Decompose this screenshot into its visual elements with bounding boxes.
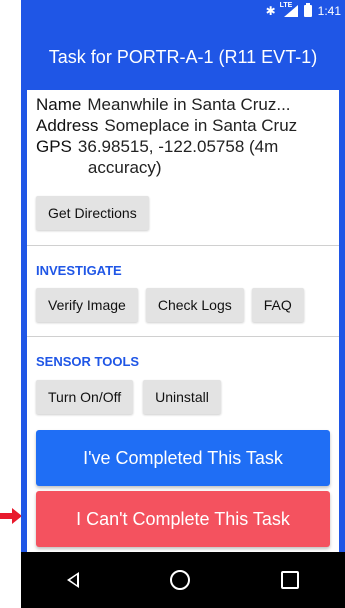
back-icon[interactable] — [66, 572, 79, 588]
cant-complete-task-button[interactable]: I Can't Complete This Task — [36, 491, 330, 547]
clock: 1:41 — [317, 4, 341, 18]
name-row: Name Meanwhile in Santa Cruz... — [36, 94, 330, 115]
task-details: Name Meanwhile in Santa Cruz... Address … — [27, 90, 339, 178]
divider — [27, 245, 339, 246]
task-content: Name Meanwhile in Santa Cruz... Address … — [27, 90, 339, 552]
uninstall-button[interactable]: Uninstall — [143, 380, 221, 414]
status-bar: ✱ LTE 1:41 — [21, 0, 345, 24]
investigate-buttons: Verify Image Check Logs FAQ — [36, 288, 304, 322]
address-row: Address Someplace in Santa Cruz — [36, 115, 330, 136]
sensor-tools-heading: SENSOR TOOLS — [36, 354, 140, 369]
navigation-bar — [21, 552, 345, 608]
address-value: Someplace in Santa Cruz — [104, 116, 298, 135]
check-logs-button[interactable]: Check Logs — [145, 288, 244, 322]
turn-on-off-button[interactable]: Turn On/Off — [36, 380, 134, 414]
get-directions-button[interactable]: Get Directions — [36, 196, 149, 230]
gps-value: 36.98515, -122.05758 (4m accuracy) — [78, 136, 278, 178]
recents-icon[interactable] — [281, 571, 300, 589]
name-value: Meanwhile in Santa Cruz... — [87, 95, 291, 114]
signal-icon: LTE — [280, 2, 298, 17]
phone-screen: ✱ LTE 1:41 Task for PORTR-A-1 (R11 EVT-1… — [21, 0, 345, 608]
sensor-tools-buttons: Turn On/Off Uninstall — [36, 380, 221, 414]
investigate-heading: INVESTIGATE — [36, 263, 122, 278]
app-bar: Task for PORTR-A-1 (R11 EVT-1) — [21, 24, 345, 90]
battery-icon — [303, 3, 312, 17]
pointer-arrow-icon — [0, 508, 22, 524]
gps-label: GPS — [36, 137, 72, 156]
verify-image-button[interactable]: Verify Image — [36, 288, 138, 322]
gps-value-line2: accuracy) — [87, 158, 162, 177]
faq-button[interactable]: FAQ — [251, 288, 304, 322]
name-label: Name — [36, 95, 82, 114]
divider — [27, 336, 339, 337]
completed-task-button[interactable]: I've Completed This Task — [36, 430, 330, 486]
address-label: Address — [36, 116, 99, 135]
page-title: Task for PORTR-A-1 (R11 EVT-1) — [48, 46, 318, 67]
bluetooth-icon: ✱ — [265, 4, 276, 18]
gps-row: GPS 36.98515, -122.05758 (4m accuracy) — [36, 136, 330, 178]
home-icon[interactable] — [169, 570, 190, 590]
gps-value-line1: 36.98515, -122.05758 (4m — [77, 137, 279, 156]
